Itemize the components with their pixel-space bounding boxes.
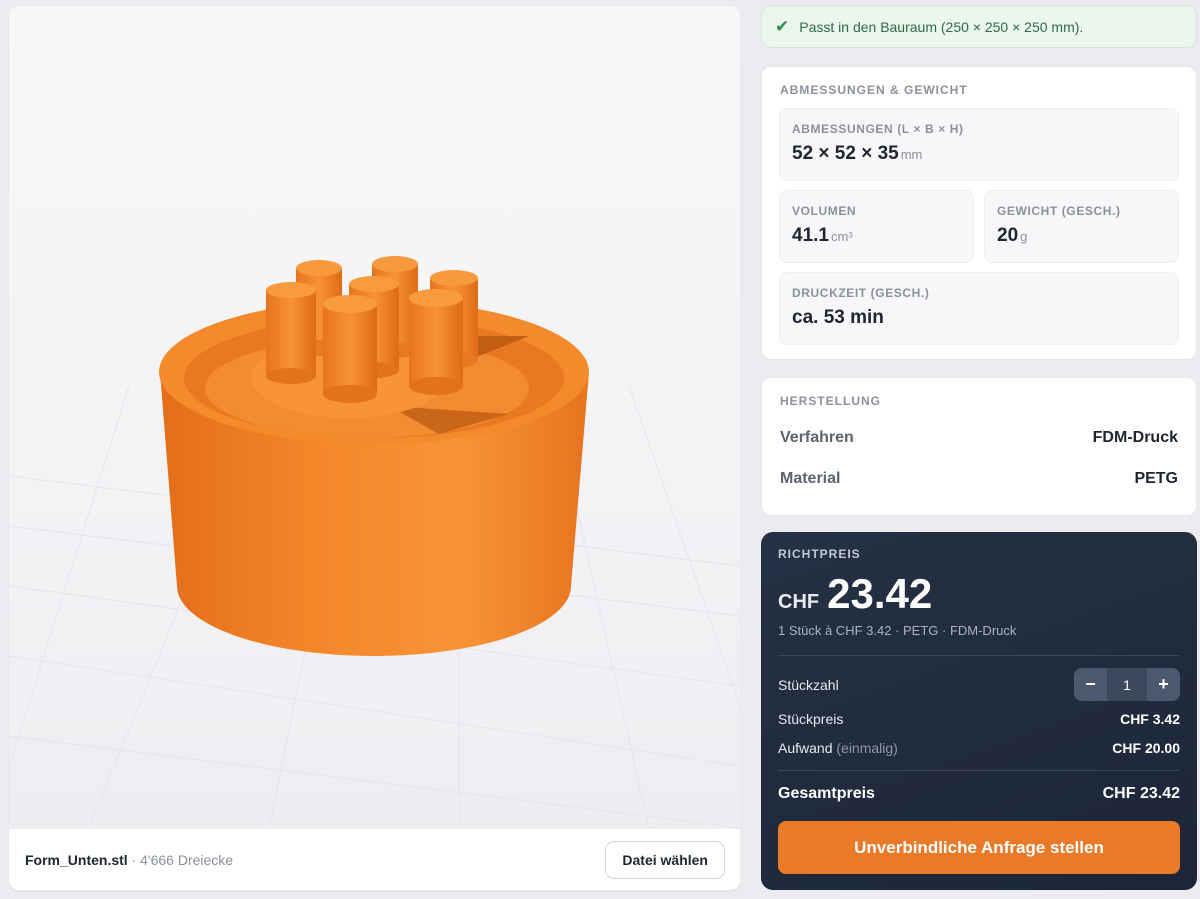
manufacturing-card: HERSTELLUNG Verfahren FDM-Druck Material… [761, 377, 1197, 516]
volume-value: 41.1 [792, 225, 829, 246]
material-label: Material [780, 470, 841, 487]
quantity-value[interactable]: 1 [1107, 677, 1147, 693]
print-time-value: ca. 53 min [792, 307, 884, 328]
file-name: Form_Unten.stl [25, 851, 128, 868]
choose-file-button[interactable]: Datei wählen [605, 840, 725, 879]
process-value: FDM-Druck [1092, 429, 1178, 446]
triangle-count: 4'666 Dreiecke [140, 851, 234, 868]
model-render [9, 256, 740, 828]
stat-label: GEWICHT (GESCH.) [997, 204, 1121, 218]
stat-value: 52 × 52 × 35 mm [792, 143, 1166, 165]
unit-price-value: CHF 3.42 [1120, 711, 1180, 727]
price-divider [778, 655, 1180, 656]
quantity-label: Stückzahl [778, 676, 839, 693]
total-label: Gesamtpreis [778, 785, 875, 802]
material-value: PETG [1134, 470, 1178, 487]
process-label: Verfahren [780, 429, 854, 446]
price-summary: 1 Stück à CHF 3.42 · PETG · FDM-Druck [778, 623, 1017, 638]
stat-label: ABMESSUNGEN (L × B × H) [792, 122, 964, 136]
model-viewer-card: Form_Unten.stl · 4'666 Dreiecke Datei wä… [9, 6, 740, 890]
weight-value: 20 [997, 225, 1019, 246]
setup-cost-label: Aufwand (einmalig) [778, 740, 898, 756]
check-icon: ✔ [775, 16, 790, 36]
manufacturing-process-row: Verfahren FDM-Druck [780, 429, 1178, 451]
price-currency: CHF [778, 591, 820, 613]
manufacturing-section-title: HERSTELLUNG [780, 394, 881, 408]
setup-cost-value: CHF 20.00 [1112, 740, 1180, 756]
3d-viewport[interactable] [9, 6, 740, 828]
stat-label: DRUCKZEIT (GESCH.) [792, 286, 930, 300]
price-amount: 23.42 [827, 570, 933, 617]
price-card: RICHTPREIS CHF 23.42 1 Stück à CHF 3.42 … [761, 532, 1197, 890]
unit-price-label: Stückpreis [778, 711, 844, 727]
fit-status-text: Passt in den Bauraum (250 × 250 × 250 mm… [799, 18, 1084, 35]
price-headline: CHF 23.42 [778, 570, 932, 618]
total-value: CHF 23.42 [1102, 785, 1180, 802]
setup-cost-row: Aufwand (einmalig) CHF 20.00 [778, 738, 1180, 758]
file-info-separator: · [127, 851, 141, 868]
setup-note: (einmalig) [836, 740, 898, 756]
dimensions-section-title: ABMESSUNGEN & GEWICHT [780, 83, 968, 97]
request-quote-button[interactable]: Unverbindliche Anfrage stellen [778, 821, 1180, 874]
model-pins [266, 256, 478, 403]
volume-unit: cm³ [830, 229, 853, 244]
stat-value: 20 g [997, 225, 1166, 247]
file-info: Form_Unten.stl · 4'666 Dreiecke [25, 852, 233, 868]
stat-value: 41.1 cm³ [792, 225, 961, 247]
unit-price-row: Stückpreis CHF 3.42 [778, 709, 1180, 729]
file-bar: Form_Unten.stl · 4'666 Dreiecke Datei wä… [9, 828, 740, 890]
increment-button[interactable]: + [1147, 668, 1180, 701]
dimensions-unit: mm [900, 147, 923, 162]
quantity-stepper: − 1 + [1074, 668, 1180, 701]
total-row: Gesamtpreis CHF 23.42 [778, 783, 1180, 805]
dimensions-card: ABMESSUNGEN & GEWICHT ABMESSUNGEN (L × B… [761, 66, 1197, 360]
stat-print-time: DRUCKZEIT (GESCH.) ca. 53 min [779, 272, 1179, 345]
decrement-button[interactable]: − [1074, 668, 1107, 701]
fit-status-banner: ✔ Passt in den Bauraum (250 × 250 × 250 … [761, 5, 1197, 48]
stat-label: VOLUMEN [792, 204, 857, 218]
stat-weight: GEWICHT (GESCH.) 20 g [984, 190, 1179, 263]
quantity-row: Stückzahl − 1 + [778, 668, 1180, 701]
weight-unit: g [1020, 229, 1028, 244]
stat-volume: VOLUMEN 41.1 cm³ [779, 190, 974, 263]
stat-dimensions: ABMESSUNGEN (L × B × H) 52 × 52 × 35 mm [779, 108, 1179, 181]
manufacturing-material-row: Material PETG [780, 470, 1178, 492]
setup-label-text: Aufwand [778, 740, 833, 756]
dimensions-value: 52 × 52 × 35 [792, 143, 899, 164]
total-divider [778, 770, 1180, 771]
price-section-title: RICHTPREIS [778, 547, 861, 561]
